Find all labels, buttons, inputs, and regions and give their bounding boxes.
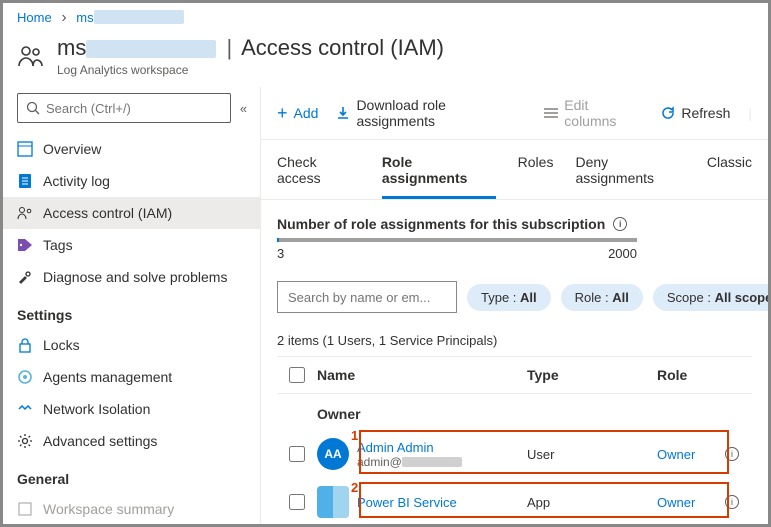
agents-icon [17,369,33,385]
refresh-button[interactable]: Refresh [661,105,730,121]
add-button[interactable]: + Add [277,103,318,124]
breadcrumb: Home ms [3,3,768,31]
sidebar: « Overview Activity log Access control (… [3,87,261,524]
tab-check-access[interactable]: Check access [277,154,360,199]
chevron-right-icon [61,10,66,25]
columns-icon [544,107,558,119]
toolbar-label: Add [294,105,319,121]
sidebar-item-advanced[interactable]: Advanced settings [3,425,260,457]
annotation-1: 1 [351,428,358,443]
annotation-2: 2 [351,480,358,495]
sidebar-search[interactable] [17,93,231,123]
column-name[interactable]: Name [317,367,527,383]
sidebar-item-label: Activity log [43,173,110,189]
sidebar-item-label: Network Isolation [43,401,150,417]
app-avatar [317,486,349,518]
assignee-type: App [527,495,657,510]
sidebar-item-activity-log[interactable]: Activity log [3,165,260,197]
activity-log-icon [17,173,33,189]
item-count: 2 items (1 Users, 1 Service Principals) [277,333,752,348]
sidebar-search-input[interactable] [46,101,222,116]
toolbar-label: Refresh [681,105,730,121]
info-icon[interactable]: i [725,495,739,509]
tags-icon [17,237,33,253]
resource-type-label: Log Analytics workspace [57,63,444,77]
sidebar-item-label: Locks [43,337,80,353]
breadcrumb-home[interactable]: Home [17,10,52,25]
collapse-sidebar-button[interactable]: « [237,96,250,120]
table-row: AA Admin Admin admin@ User Owner i 1 [277,430,752,478]
info-icon[interactable]: i [725,447,739,461]
sidebar-item-agents[interactable]: Agents management [3,361,260,393]
sidebar-item-label: Overview [43,141,101,157]
sidebar-section-settings: Settings [3,293,260,329]
breadcrumb-resource[interactable]: ms [76,10,183,25]
sidebar-item-access-control[interactable]: Access control (IAM) [3,197,260,229]
diagnose-icon [17,269,33,285]
tabs: Check access Role assignments Roles Deny… [261,140,768,200]
assignee-type: User [527,447,657,462]
toolbar-label: Download role assignments [356,97,526,129]
sidebar-item-tags[interactable]: Tags [3,229,260,261]
sidebar-item-overview[interactable]: Overview [3,133,260,165]
search-icon [26,101,40,115]
column-type[interactable]: Type [527,367,657,383]
sidebar-item-label: Tags [43,237,73,253]
assignee-name-link[interactable]: Admin Admin [357,440,462,455]
plus-icon: + [277,103,288,124]
users-icon [17,42,45,70]
sidebar-item-diagnose[interactable]: Diagnose and solve problems [3,261,260,293]
main-content: + Add Download role assignments Edit col… [261,87,768,524]
page-header: ms | Access control (IAM) Log Analytics … [3,31,768,87]
assignment-count-label: Number of role assignments for this subs… [277,216,752,232]
sidebar-item-label: Advanced settings [43,433,157,449]
assignee-email: admin@ [357,455,462,469]
tab-roles[interactable]: Roles [518,154,554,199]
sidebar-item-label: Workspace summary [43,501,174,517]
column-role[interactable]: Role [657,367,717,383]
sidebar-item-label: Diagnose and solve problems [43,269,227,285]
gear-icon [17,433,33,449]
select-all-checkbox[interactable] [289,367,305,383]
edit-columns-button: Edit columns [544,97,643,129]
assignment-count-bar: 3 2000 [277,238,752,261]
toolbar-label: Edit columns [564,97,643,129]
table-row: Power BI Service App Owner i 2 [277,478,752,524]
row-checkbox[interactable] [289,494,305,510]
role-link[interactable]: Owner [657,495,695,510]
refresh-icon [661,106,675,120]
group-owner: Owner [277,394,752,430]
assignment-count-max: 2000 [608,246,637,261]
assignee-name-link[interactable]: Power BI Service [357,495,457,510]
filter-role[interactable]: Role : All [561,284,643,311]
download-icon [336,106,350,120]
sidebar-item-network[interactable]: Network Isolation [3,393,260,425]
summary-icon [17,501,33,517]
info-icon[interactable]: i [613,217,627,231]
assignment-count-value: 3 [277,246,284,261]
filter-type[interactable]: Type : All [467,284,551,311]
sidebar-item-label: Access control (IAM) [43,205,172,221]
assignments-table: Name Type Role Owner AA Admin Admin admi… [277,356,752,524]
network-icon [17,401,33,417]
tab-classic[interactable]: Classic [707,154,752,199]
page-title: ms | Access control (IAM) [57,35,444,61]
tab-deny-assignments[interactable]: Deny assignments [575,154,684,199]
user-avatar: AA [317,438,349,470]
download-button[interactable]: Download role assignments [336,97,526,129]
tab-role-assignments[interactable]: Role assignments [382,154,496,199]
search-assignments-input[interactable] [277,281,457,313]
filter-scope[interactable]: Scope : All scopes [653,284,768,311]
overview-icon [17,141,33,157]
iam-icon [17,205,33,221]
role-link[interactable]: Owner [657,447,695,462]
sidebar-item-locks[interactable]: Locks [3,329,260,361]
toolbar: + Add Download role assignments Edit col… [261,87,768,140]
sidebar-item-workspace-summary[interactable]: Workspace summary [3,493,260,524]
sidebar-section-general: General [3,457,260,493]
sidebar-item-label: Agents management [43,369,172,385]
lock-icon [17,337,33,353]
row-checkbox[interactable] [289,446,305,462]
